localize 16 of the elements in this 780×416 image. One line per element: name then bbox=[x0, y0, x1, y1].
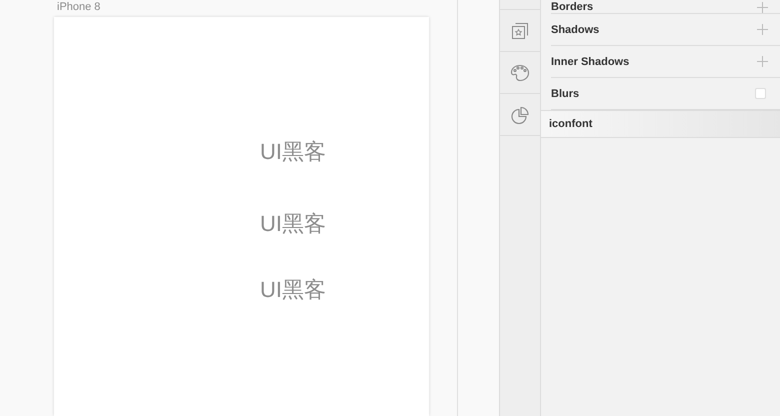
section-label: Borders bbox=[551, 1, 594, 13]
add-icon[interactable] bbox=[757, 56, 768, 67]
section-header[interactable]: iconfont bbox=[541, 110, 780, 138]
artboard-label: iPhone 8 bbox=[57, 1, 102, 15]
checkbox[interactable] bbox=[755, 88, 766, 99]
palette-icon[interactable] bbox=[510, 64, 530, 82]
add-icon[interactable] bbox=[757, 24, 768, 35]
pie-chart-icon[interactable] bbox=[511, 106, 529, 124]
text-layer: UI黑客 bbox=[260, 139, 326, 165]
section-label: Shadows bbox=[551, 24, 600, 36]
symbol-icon[interactable] bbox=[511, 22, 529, 40]
section-label: Inner Shadows bbox=[551, 56, 630, 68]
section-label: Blurs bbox=[551, 88, 580, 100]
text-layer: UI黑客 bbox=[260, 211, 326, 237]
text-layer: UI黑客 bbox=[260, 277, 326, 303]
add-icon[interactable] bbox=[757, 2, 768, 13]
